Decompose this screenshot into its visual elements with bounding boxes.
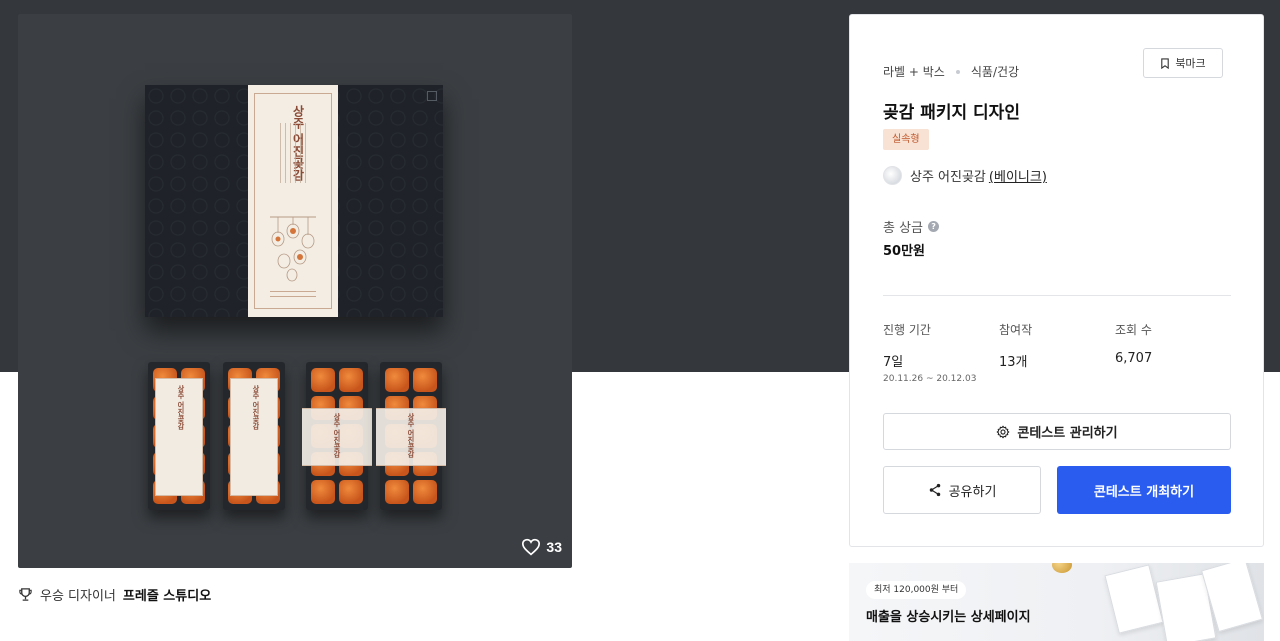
host-name: 상주 어진곶감 bbox=[910, 170, 986, 185]
help-icon[interactable]: ? bbox=[928, 221, 940, 232]
tray-1: 상주 어진곶감 bbox=[148, 362, 210, 510]
divider bbox=[883, 295, 1231, 296]
stat-duration: 진행 기간 7일 20.11.26 ~ 20.12.03 bbox=[883, 323, 977, 384]
bookmark-label: 북마크 bbox=[1175, 57, 1206, 70]
tray-2: 상주 어진곶감 bbox=[223, 362, 285, 510]
host-contest-button[interactable]: 콘테스트 개최하기 bbox=[1057, 466, 1231, 514]
promo-banner[interactable]: 최저 120,000원 부터 매출을 상승시키는 상세페이지 bbox=[849, 563, 1264, 641]
avatar bbox=[883, 166, 902, 185]
breadcrumb: 라벨 + 박스 식품/건강 bbox=[883, 63, 1019, 80]
coin-icon bbox=[1052, 563, 1072, 573]
page-title: 곶감 패키지 디자인 bbox=[883, 103, 1020, 123]
product-image[interactable]: 상주 어진곶감 상주 어진곶감 상주 어진곶감 상주 bbox=[18, 14, 572, 568]
stat-entries: 참여작 13개 bbox=[999, 323, 1033, 370]
category-label[interactable]: 라벨 + 박스 bbox=[883, 63, 945, 80]
promo-price-chip: 최저 120,000원 부터 bbox=[866, 581, 967, 599]
like-count: 33 bbox=[546, 539, 562, 555]
winner-name[interactable]: 프레즐 스튜디오 bbox=[123, 585, 211, 604]
heart-icon bbox=[522, 538, 541, 556]
tray-3: 상주 어진곶감 bbox=[302, 362, 372, 510]
like-button[interactable]: 33 bbox=[521, 538, 562, 556]
package-box: 상주 어진곶감 bbox=[145, 85, 443, 317]
tray-4: 상주 어진곶감 bbox=[376, 362, 446, 510]
prize-label: 총 상금 ? bbox=[883, 217, 940, 236]
persimmon-illustration bbox=[270, 216, 316, 282]
prize-value: 50만원 bbox=[883, 244, 926, 259]
contest-info-card: 라벨 + 박스 식품/건강 북마크 곶감 패키지 디자인 실속형 상주 어진곶감… bbox=[849, 14, 1264, 547]
share-button[interactable]: 공유하기 bbox=[883, 466, 1041, 514]
manage-contest-button[interactable]: 콘테스트 관리하기 bbox=[883, 413, 1231, 450]
share-icon bbox=[929, 483, 940, 497]
winner-designer: 우승 디자이너 프레즐 스튜디오 bbox=[18, 585, 211, 604]
trophy-icon bbox=[19, 588, 32, 601]
bookmark-button[interactable]: 북마크 bbox=[1143, 48, 1223, 78]
subcategory-label[interactable]: 식품/건강 bbox=[971, 63, 1019, 80]
package-label: 상주 어진곶감 bbox=[248, 85, 338, 317]
promo-sample-page bbox=[1104, 564, 1164, 634]
grade-badge: 실속형 bbox=[883, 129, 929, 150]
host-info: 상주 어진곶감 (베이니크) bbox=[883, 166, 1047, 185]
bookmark-icon bbox=[1161, 57, 1170, 69]
host-link[interactable]: (베이니크) bbox=[989, 166, 1047, 185]
promo-title: 매출을 상승시키는 상세페이지 bbox=[866, 610, 1031, 625]
stat-views: 조회 수 6,707 bbox=[1115, 323, 1153, 366]
gear-icon bbox=[996, 424, 1010, 439]
winner-prefix: 우승 디자이너 bbox=[40, 589, 116, 604]
